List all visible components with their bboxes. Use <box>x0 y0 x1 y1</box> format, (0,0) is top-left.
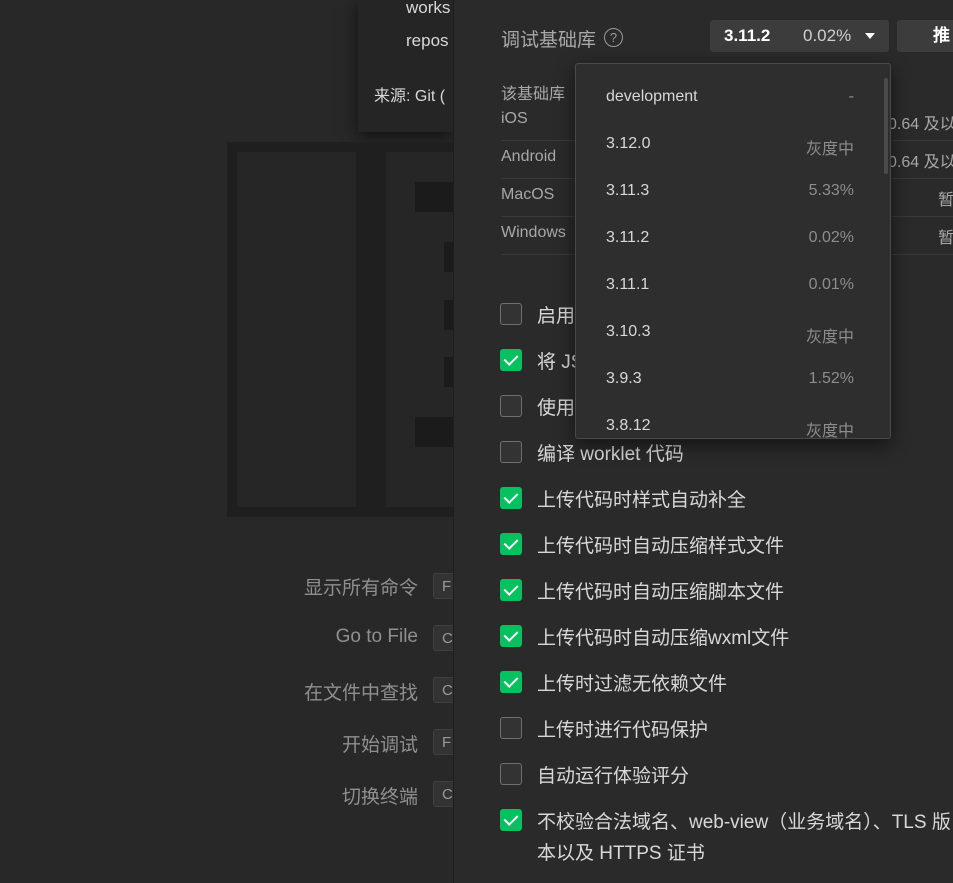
recommend-button[interactable]: 推 <box>897 20 953 52</box>
hover-popup-card <box>358 0 453 132</box>
dropdown-version: 3.10.3 <box>606 323 651 340</box>
dropdown-item[interactable]: development - <box>576 74 876 121</box>
platform-version: 0.64 及以 <box>888 116 953 133</box>
command-label: Go to File <box>335 626 418 647</box>
dropdown-pct: 灰度中 <box>805 141 854 158</box>
command-label: 在文件中查找 <box>303 683 418 704</box>
platform-name: Android <box>501 148 557 165</box>
dropdown-pct: 0.01% <box>808 276 854 293</box>
debug-base-library-label: 调试基础库 <box>501 30 597 51</box>
dropdown-version: 3.11.2 <box>606 229 650 246</box>
dropdown-pct: 灰度中 <box>805 423 854 439</box>
platform-name: iOS <box>501 110 528 127</box>
option-label: 上传时过滤无依赖文件 <box>537 674 728 695</box>
option-label: 使用 <box>537 398 576 419</box>
version-dropdown[interactable]: development - 3.12.0 灰度中 3.11.3 5.33% 3.… <box>575 63 891 439</box>
option-label: 自动运行体验评分 <box>537 766 690 787</box>
selected-version: 3.11.2 <box>724 26 771 45</box>
dropdown-pct: 0.02% <box>808 229 854 246</box>
dropdown-item[interactable]: 3.8.12 灰度中 <box>576 403 876 439</box>
checkbox[interactable] <box>500 625 522 647</box>
checkbox[interactable] <box>500 487 522 509</box>
platform-version: 暂 <box>938 192 953 209</box>
dropdown-item[interactable]: 3.9.3 1.52% <box>576 356 876 403</box>
option-label: 上传代码时自动压缩wxml文件 <box>537 628 790 649</box>
dropdown-item[interactable]: 3.12.0 灰度中 <box>576 121 876 168</box>
dropdown-pct: - <box>848 88 854 105</box>
option-label: 不校验合法域名、web-view（业务域名）、TLS 版 <box>537 812 951 833</box>
option-label: 上传代码时自动压缩脚本文件 <box>537 582 785 603</box>
dropdown-item[interactable]: 3.11.2 0.02% <box>576 215 876 262</box>
command-label: 切换终端 <box>341 787 418 808</box>
support-info-title: 该基础库 <box>501 86 566 103</box>
popup-text-line: works <box>406 0 451 17</box>
dropdown-pct: 1.52% <box>808 370 854 387</box>
checkbox[interactable] <box>500 809 522 831</box>
option-label: 上传代码时样式自动补全 <box>537 490 747 511</box>
checkbox[interactable] <box>500 763 522 785</box>
checkbox[interactable] <box>500 717 522 739</box>
dropdown-pct: 灰度中 <box>805 329 854 346</box>
dropdown-version: 3.8.12 <box>606 417 651 434</box>
option-label: 上传代码时自动压缩样式文件 <box>537 536 785 557</box>
help-icon[interactable]: ? <box>604 28 623 47</box>
app-logo-watermark <box>227 142 453 517</box>
platform-name: MacOS <box>501 186 555 203</box>
popup-source-text: 来源: Git ( <box>374 88 446 105</box>
dropdown-version: 3.11.3 <box>606 182 650 199</box>
checkbox[interactable] <box>500 303 522 325</box>
version-select[interactable]: 3.11.2 0.02% <box>710 20 889 52</box>
dropdown-version: 3.9.3 <box>606 370 642 387</box>
dropdown-item[interactable]: 3.11.3 5.33% <box>576 168 876 215</box>
dropdown-version: development <box>606 88 698 105</box>
checkbox[interactable] <box>500 579 522 601</box>
checkbox[interactable] <box>500 441 522 463</box>
option-label-line2: 本以及 HTTPS 证书 <box>537 843 705 864</box>
checkbox[interactable] <box>500 349 522 371</box>
dropdown-scrollbar[interactable] <box>884 78 888 174</box>
checkbox[interactable] <box>500 671 522 693</box>
platform-version: 暂 <box>938 230 953 247</box>
option-label: 上传时进行代码保护 <box>537 720 709 741</box>
option-label: 启用 <box>537 306 576 327</box>
dropdown-item[interactable]: 3.10.3 灰度中 <box>576 309 876 356</box>
checkbox[interactable] <box>500 395 522 417</box>
checkbox[interactable] <box>500 533 522 555</box>
option-label: 编译 worklet 代码 <box>537 444 684 465</box>
dropdown-pct: 5.33% <box>808 182 854 199</box>
popup-text-line: repos <box>406 31 449 50</box>
platform-name: Windows <box>501 224 566 241</box>
dropdown-version: 3.11.1 <box>606 276 650 293</box>
platform-version: 0.64 及以 <box>888 154 953 171</box>
selected-version-pct: 0.02% <box>803 26 852 45</box>
dropdown-item[interactable]: 3.11.1 0.01% <box>576 262 876 309</box>
command-label: 显示所有命令 <box>303 578 418 599</box>
chevron-down-icon <box>865 33 875 39</box>
command-label: 开始调试 <box>341 735 418 756</box>
dropdown-version: 3.12.0 <box>606 135 651 152</box>
